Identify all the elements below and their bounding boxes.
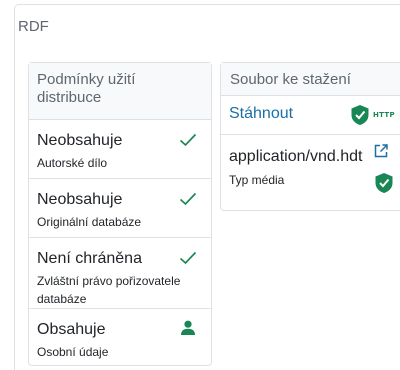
terms-of-use-title: Podmínky užití distribuce: [37, 71, 136, 106]
download-card: Soubor ke stažení Stáhnout HTTP applicat…: [220, 62, 400, 211]
section-title: RDF: [18, 18, 49, 35]
term-item-personal-data: Obsahuje Osobní údaje: [29, 309, 211, 365]
term-status: Obsahuje: [37, 321, 106, 338]
check-icon: [179, 251, 197, 265]
term-label: Zvláštní právo pořizovatele databáze: [37, 274, 181, 306]
term-label: Osobní údaje: [37, 345, 109, 359]
download-link[interactable]: Stáhnout: [229, 105, 293, 122]
shield-check-icon: [375, 173, 393, 193]
user-icon: [181, 320, 195, 335]
terms-of-use-header: Podmínky užití distribuce: [29, 63, 211, 120]
term-item-copyright: Neobsahuje Autorské dílo: [29, 120, 211, 179]
external-link-icon[interactable]: [373, 143, 389, 159]
check-icon: [179, 133, 197, 147]
terms-of-use-card: Podmínky užití distribuce Neobsahuje Aut…: [28, 62, 212, 366]
check-icon: [179, 192, 197, 206]
term-label: Originální databáze: [37, 215, 142, 229]
download-link-row: Stáhnout HTTP: [221, 96, 400, 135]
term-label: Autorské dílo: [37, 156, 108, 170]
shield-check-icon: [351, 105, 369, 125]
media-type-row: application/vnd.hdt Typ média: [221, 135, 400, 210]
download-header: Soubor ke stažení: [221, 63, 400, 96]
term-item-original-database: Neobsahuje Originální databáze: [29, 179, 211, 238]
term-item-sui-generis-database: Není chráněna Zvláštní právo pořizovatel…: [29, 238, 211, 309]
download-title: Soubor ke stažení: [230, 71, 351, 88]
http-badge: HTTP: [373, 111, 395, 119]
